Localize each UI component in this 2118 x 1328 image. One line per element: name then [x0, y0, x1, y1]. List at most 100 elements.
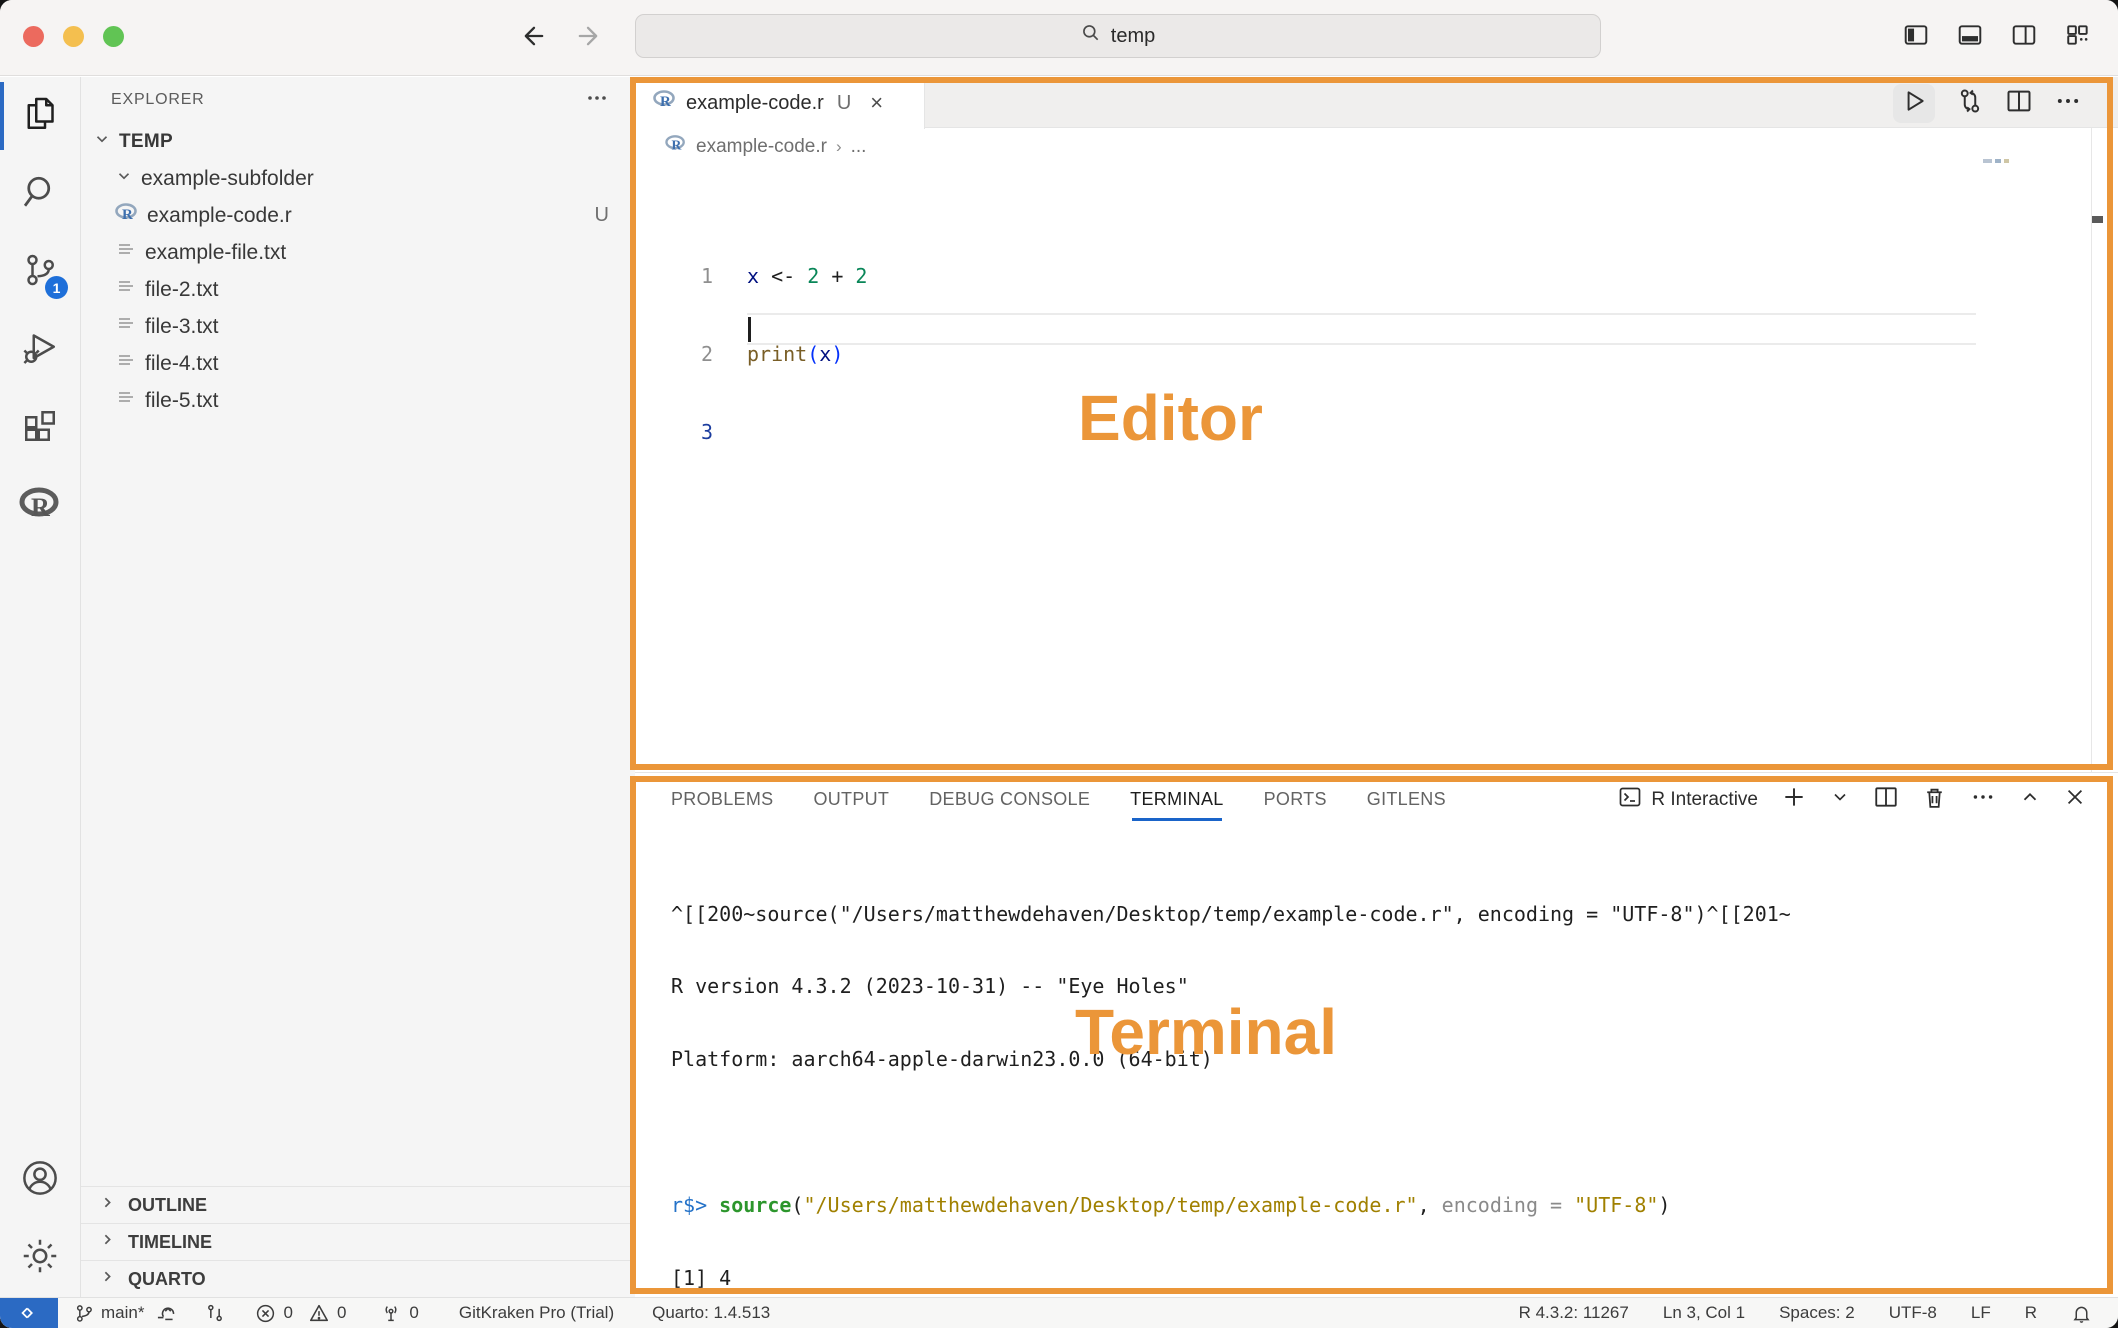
- chevron-down-icon: [93, 130, 111, 154]
- line-number: 3: [635, 420, 747, 444]
- line-number: 2: [635, 342, 747, 366]
- git-branch-status[interactable]: main*: [74, 1302, 179, 1324]
- minimap[interactable]: [1983, 159, 2009, 163]
- terminal-line: [671, 1120, 2118, 1144]
- breadcrumb-symbol: ...: [851, 136, 867, 158]
- close-window-button[interactable]: [23, 26, 44, 47]
- activity-source-control[interactable]: 1: [0, 233, 80, 311]
- chevron-right-icon: [99, 1231, 116, 1253]
- forward-icon[interactable]: [574, 21, 602, 51]
- more-actions-icon[interactable]: [585, 86, 609, 115]
- maximize-panel-icon[interactable]: [2019, 786, 2041, 813]
- file-row[interactable]: example-file.txt: [81, 234, 635, 271]
- gear-icon: [20, 1236, 60, 1281]
- file-label: file-2.txt: [145, 278, 219, 302]
- activity-r-extension[interactable]: R: [0, 467, 80, 545]
- root-folder-label: TEMP: [119, 131, 173, 153]
- eol-status[interactable]: LF: [1971, 1303, 1991, 1323]
- problems-status[interactable]: 0 0: [255, 1302, 346, 1324]
- tab-terminal[interactable]: TERMINAL: [1130, 773, 1223, 826]
- close-panel-icon[interactable]: [2064, 786, 2086, 813]
- account-icon: [20, 1158, 60, 1203]
- tab-debug-console[interactable]: DEBUG CONSOLE: [929, 773, 1090, 826]
- split-terminal-icon[interactable]: [1873, 784, 1899, 815]
- svg-text:R: R: [660, 94, 671, 110]
- file-label: example-subfolder: [141, 167, 314, 191]
- search-icon: [1081, 23, 1101, 49]
- line-number: 1: [635, 264, 747, 288]
- language-mode-status[interactable]: R: [2025, 1303, 2037, 1323]
- tab-example-code[interactable]: R example-code.r U ×: [635, 77, 925, 129]
- code-line: 1x <- 2 + 2: [635, 261, 2118, 291]
- more-actions-icon[interactable]: [2054, 87, 2082, 120]
- activity-explorer[interactable]: [0, 77, 80, 155]
- folder-row[interactable]: example-subfolder: [81, 160, 635, 197]
- warning-icon: [308, 1302, 330, 1324]
- broadcast-icon: [380, 1302, 402, 1324]
- editor-group: R example-code.r U ×: [635, 77, 2118, 772]
- svg-text:R: R: [31, 493, 50, 522]
- activity-search[interactable]: [0, 155, 80, 233]
- back-icon[interactable]: [520, 21, 548, 51]
- activity-run-debug[interactable]: [0, 311, 80, 389]
- sync-changes-icon[interactable]: [157, 1302, 179, 1324]
- more-actions-icon[interactable]: [1970, 784, 1996, 815]
- breadcrumb[interactable]: R example-code.r › ...: [635, 128, 2118, 165]
- panel: PROBLEMS OUTPUT DEBUG CONSOLE TERMINAL P…: [635, 772, 2118, 1297]
- chevron-down-icon: [115, 167, 133, 191]
- remote-indicator[interactable]: [0, 1298, 58, 1328]
- file-row[interactable]: file-3.txt: [81, 308, 635, 345]
- open-changes-icon[interactable]: [1956, 87, 1984, 120]
- file-row[interactable]: file-5.txt: [81, 382, 635, 419]
- explorer-sidebar: EXPLORER TEMP example-subfolder: [81, 77, 635, 1297]
- tab-problems[interactable]: PROBLEMS: [671, 773, 773, 826]
- debug-icon: [20, 328, 60, 373]
- toggle-primary-sidebar-icon[interactable]: [1902, 22, 1930, 48]
- toggle-secondary-sidebar-icon[interactable]: [2010, 22, 2038, 48]
- section-quarto[interactable]: QUARTO: [81, 1260, 635, 1297]
- run-file-icon[interactable]: [1893, 84, 1935, 123]
- minimize-window-button[interactable]: [63, 26, 84, 47]
- tab-gitlens[interactable]: GITLENS: [1367, 773, 1446, 826]
- chevron-down-icon[interactable]: [1830, 787, 1850, 812]
- svg-text:R: R: [122, 207, 133, 223]
- file-label: example-code.r: [147, 204, 292, 228]
- split-editor-icon[interactable]: [2005, 87, 2033, 120]
- git-untracked-badge: U: [595, 204, 609, 227]
- indentation-status[interactable]: Spaces: 2: [1779, 1303, 1855, 1323]
- terminal-output[interactable]: ^[[200~source("/Users/matthewdehaven/Des…: [635, 826, 2118, 1328]
- gitlens-compare[interactable]: [205, 1303, 225, 1323]
- tab-output[interactable]: OUTPUT: [813, 773, 889, 826]
- tab-ports[interactable]: PORTS: [1264, 773, 1327, 826]
- terminal-shell-selector[interactable]: R Interactive: [1618, 785, 1758, 815]
- branch-icon: [74, 1303, 94, 1323]
- customize-layout-icon[interactable]: [2064, 22, 2092, 48]
- section-outline[interactable]: OUTLINE: [81, 1186, 635, 1223]
- activity-settings[interactable]: [0, 1219, 80, 1297]
- vscode-window: temp: [0, 0, 2118, 1328]
- file-row[interactable]: R example-code.r U: [81, 197, 635, 234]
- new-terminal-icon[interactable]: [1781, 784, 1807, 815]
- kill-terminal-icon[interactable]: [1922, 785, 1947, 815]
- activity-extensions[interactable]: [0, 389, 80, 467]
- quarto-status[interactable]: Quarto: 1.4.513: [652, 1303, 770, 1323]
- terminal-icon: [1618, 785, 1642, 815]
- section-timeline[interactable]: TIMELINE: [81, 1223, 635, 1260]
- r-version-status[interactable]: R 4.3.2: 11267: [1519, 1303, 1629, 1323]
- cursor-position-status[interactable]: Ln 3, Col 1: [1663, 1303, 1745, 1323]
- command-center-search[interactable]: temp: [635, 14, 1601, 58]
- close-icon[interactable]: ×: [870, 90, 883, 116]
- folder-row-temp[interactable]: TEMP: [81, 123, 635, 160]
- overview-ruler[interactable]: [2091, 128, 2092, 772]
- gitkraken-status[interactable]: GitKraken Pro (Trial): [459, 1303, 614, 1323]
- encoding-status[interactable]: UTF-8: [1889, 1303, 1937, 1323]
- activity-accounts[interactable]: [0, 1141, 80, 1219]
- file-row[interactable]: file-4.txt: [81, 345, 635, 382]
- ports-status[interactable]: 0: [380, 1302, 418, 1324]
- file-row[interactable]: file-2.txt: [81, 271, 635, 308]
- toggle-panel-icon[interactable]: [1956, 22, 1984, 48]
- maximize-window-button[interactable]: [103, 26, 124, 47]
- code-editor[interactable]: 1x <- 2 + 2 2print(x) 3: [635, 165, 2118, 495]
- notifications-bell-icon[interactable]: [2071, 1303, 2092, 1324]
- text-file-icon: [115, 276, 137, 304]
